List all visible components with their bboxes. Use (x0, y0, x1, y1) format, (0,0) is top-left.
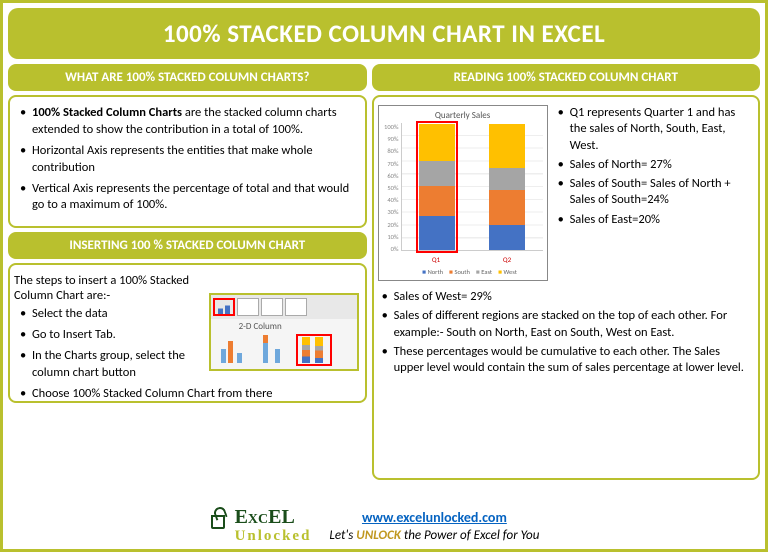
ytick: 50% (383, 184, 399, 192)
seg-q1-west (419, 124, 455, 161)
legend-east: East (476, 268, 492, 276)
padlock-icon (211, 515, 225, 529)
bar-q2 (489, 124, 525, 250)
legend-south: South (449, 268, 470, 276)
def-bullet-1: 100% Stacked Column Charts are the stack… (18, 105, 357, 139)
read-b2: Sales of different regions are stacked o… (380, 308, 750, 341)
step-2: Go to Insert Tab. (18, 327, 192, 344)
section-header-definition: WHAT ARE 100% STACKED COLUMN CHARTS? (8, 64, 367, 91)
ytick: 20% (383, 221, 399, 229)
read-r2: Sales of North= 27% (556, 157, 750, 173)
seg-q1-north (419, 216, 455, 250)
seg-q1-south (419, 186, 455, 216)
chart-legend: North South East West (397, 268, 543, 276)
tagline: Let's UNLOCK the Power of Excel for You (329, 528, 539, 543)
steps-intro: The steps to insert a 100% Stacked Colum… (14, 273, 192, 303)
read-b3: These percentages would be cumulative to… (380, 344, 750, 377)
tag-post: the Power of Excel for You (401, 528, 539, 543)
excel-unlocked-logo: EXCEL Unlocked (229, 509, 312, 543)
xtick-q2: Q2 (503, 255, 511, 264)
seg-q2-south (489, 190, 525, 225)
step-1: Select the data (18, 306, 192, 323)
footer: EXCEL Unlocked www.excelunlocked.com Let… (3, 509, 765, 543)
ytick: 100% (383, 123, 399, 131)
stacked-column-icon (259, 337, 289, 363)
def-bullet-2: Horizontal Axis represents the entities … (18, 143, 357, 177)
page-title: 100% STACKED COLUMN CHART IN EXCEL (8, 8, 760, 59)
ytick: 70% (383, 160, 399, 168)
read-r1: Q1 represents Quarter 1 and has the sale… (556, 105, 750, 154)
chart-x-axis: Q1 Q2 (401, 255, 543, 264)
seg-q2-west (489, 124, 525, 168)
definition-box: 100% Stacked Column Charts are the stack… (8, 95, 367, 228)
logo-unlocked: Unlocked (235, 528, 312, 544)
ytick: 90% (383, 135, 399, 143)
ytick: 80% (383, 147, 399, 155)
seg-q1-east (419, 161, 455, 186)
reading-box: Quarterly Sales 100% 90% 80% 70% 60% 50%… (372, 95, 760, 480)
ytick: 60% (383, 172, 399, 180)
ribbon-icon (261, 298, 283, 316)
section-header-reading: READING 100% STACKED COLUMN CHART (372, 64, 760, 91)
legend-north: North (422, 268, 443, 276)
seg-q2-north (489, 225, 525, 250)
tag-unlock: UNLOCK (356, 528, 401, 543)
ytick: 40% (383, 196, 399, 204)
website-link[interactable]: www.excelunlocked.com (362, 509, 507, 526)
ribbon-2d-column-label: 2-D Column (239, 321, 282, 332)
step-4: Choose 100% Stacked Column Chart from th… (18, 386, 357, 403)
read-r4: Sales of East=20% (556, 212, 750, 228)
ytick: 10% (383, 233, 399, 241)
read-b1: Sales of West= 29% (380, 289, 750, 305)
seg-q2-east (489, 168, 525, 189)
def-bold: 100% Stacked Column Charts (32, 105, 182, 120)
chart-plot (401, 123, 543, 251)
read-r3: Sales of South= Sales of North + Sales o… (556, 176, 750, 209)
quarterly-sales-chart: Quarterly Sales 100% 90% 80% 70% 60% 50%… (378, 105, 548, 281)
chart-title: Quarterly Sales (383, 110, 543, 121)
chart-y-axis: 100% 90% 80% 70% 60% 50% 40% 30% 20% 10% (383, 123, 401, 253)
ribbon-icon (285, 298, 307, 316)
legend-west: West (498, 268, 517, 276)
section-header-inserting: INSERTING 100 % STACKED COLUMN CHART (8, 232, 367, 259)
excel-ribbon-screenshot: 2-D Column (209, 293, 359, 371)
stacked-100-column-icon (299, 337, 329, 363)
logo-center-c: C (258, 512, 268, 527)
ytick: 30% (383, 208, 399, 216)
inserting-box: The steps to insert a 100% Stacked Colum… (8, 263, 367, 403)
bar-q1 (419, 124, 455, 250)
step-3: In the Charts group, select the column c… (18, 348, 192, 382)
def-bullet-3: Vertical Axis represents the percentage … (18, 181, 357, 215)
column-chart-button-icon (213, 298, 235, 316)
xtick-q1: Q1 (432, 255, 440, 264)
clustered-column-icon (219, 337, 249, 363)
tag-pre: Let's (329, 528, 356, 543)
ribbon-icon (237, 298, 259, 316)
ytick: 0% (383, 245, 399, 253)
